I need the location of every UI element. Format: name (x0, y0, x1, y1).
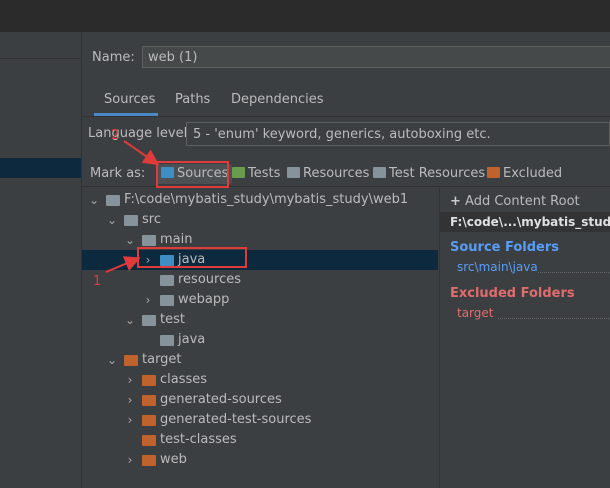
annotation-arrow-1 (105, 256, 141, 273)
annotation-arrows (105, 140, 160, 273)
annotation-arrow-2 (123, 140, 160, 166)
